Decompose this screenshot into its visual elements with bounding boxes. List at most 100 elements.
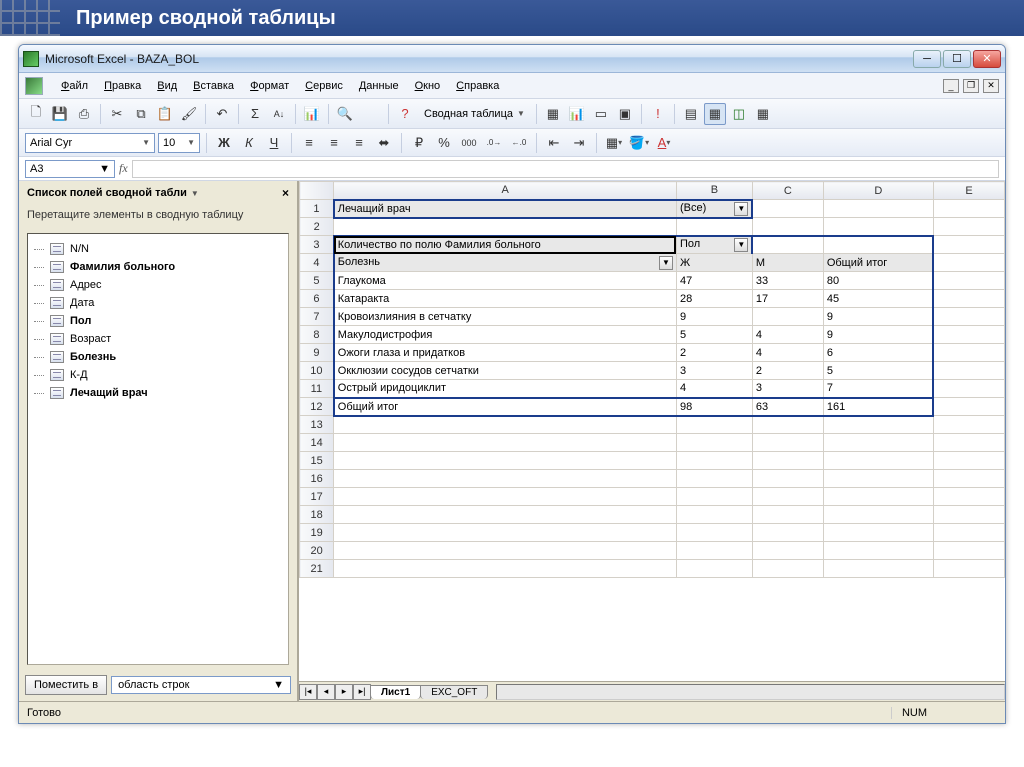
row-field[interactable]: Болезнь▼ bbox=[334, 254, 677, 272]
cell[interactable]: 3 bbox=[676, 362, 752, 380]
mdi-restore[interactable]: ❐ bbox=[963, 79, 979, 93]
row-header[interactable]: 20 bbox=[300, 542, 334, 560]
row-header[interactable]: 11 bbox=[300, 380, 334, 398]
cell[interactable]: 80 bbox=[823, 272, 933, 290]
row-header[interactable]: 21 bbox=[300, 560, 334, 578]
minimize-button[interactable]: ─ bbox=[913, 50, 941, 68]
fill-color-icon[interactable]: 🪣▾ bbox=[628, 132, 650, 154]
cell[interactable]: 33 bbox=[752, 272, 823, 290]
underline-icon[interactable]: Ч bbox=[263, 132, 285, 154]
row-header[interactable]: 18 bbox=[300, 506, 334, 524]
options-icon[interactable]: ▦ bbox=[752, 103, 774, 125]
increase-decimal-icon[interactable]: .0→ bbox=[483, 132, 505, 154]
undo-icon[interactable]: ↶ bbox=[211, 103, 233, 125]
row-header[interactable]: 19 bbox=[300, 524, 334, 542]
close-button[interactable]: ✕ bbox=[973, 50, 1001, 68]
format-painter-icon[interactable]: 🖌 bbox=[178, 103, 200, 125]
copy-icon[interactable]: ⧉ bbox=[130, 103, 152, 125]
select-all[interactable] bbox=[300, 182, 334, 200]
currency-icon[interactable]: ₽ bbox=[408, 132, 430, 154]
cell[interactable]: 7 bbox=[823, 380, 933, 398]
sort-asc-icon[interactable]: A↓ bbox=[268, 103, 290, 125]
mdi-close[interactable]: ✕ bbox=[983, 79, 999, 93]
cell[interactable]: 47 bbox=[676, 272, 752, 290]
cell[interactable]: 28 bbox=[676, 290, 752, 308]
cell[interactable]: 2 bbox=[676, 344, 752, 362]
font-color-icon[interactable]: A▾ bbox=[653, 132, 675, 154]
field-list[interactable]: N/NФамилия больногоАдресДатаПолВозрастБо… bbox=[27, 233, 289, 665]
show-detail-icon[interactable]: ▣ bbox=[614, 103, 636, 125]
page-field[interactable]: Лечащий врач bbox=[334, 200, 677, 218]
mdi-minimize[interactable]: _ bbox=[943, 79, 959, 93]
chart-icon[interactable]: 📊 bbox=[301, 103, 323, 125]
comma-icon[interactable]: 000 bbox=[458, 132, 480, 154]
tab-nav-next[interactable]: ▸ bbox=[335, 684, 353, 700]
sheet-tab-active[interactable]: Лист1 bbox=[370, 685, 421, 699]
pivot-wizard-icon[interactable]: ▦ bbox=[542, 103, 564, 125]
cell[interactable]: 6 bbox=[823, 344, 933, 362]
save-icon[interactable]: 💾 bbox=[49, 103, 71, 125]
merge-icon[interactable]: ⬌ bbox=[373, 132, 395, 154]
col-header-A[interactable]: A bbox=[334, 182, 677, 200]
menu-Вставка[interactable]: Вставка bbox=[185, 77, 242, 95]
cell[interactable]: 63 bbox=[752, 398, 823, 416]
cell[interactable]: 9 bbox=[676, 308, 752, 326]
align-left-icon[interactable]: ≡ bbox=[298, 132, 320, 154]
italic-icon[interactable]: К bbox=[238, 132, 260, 154]
increase-indent-icon[interactable]: ⇥ bbox=[568, 132, 590, 154]
field-list-close-icon[interactable]: × bbox=[282, 186, 289, 200]
cell[interactable]: 5 bbox=[676, 326, 752, 344]
col-header-C[interactable]: C bbox=[752, 182, 823, 200]
cut-icon[interactable]: ✂ bbox=[106, 103, 128, 125]
col-header-E[interactable]: E bbox=[933, 182, 1004, 200]
cell[interactable]: 98 bbox=[676, 398, 752, 416]
borders-icon[interactable]: ▦▾ bbox=[603, 132, 625, 154]
tab-nav-prev[interactable]: ◂ bbox=[317, 684, 335, 700]
autosum-icon[interactable]: Σ bbox=[244, 103, 266, 125]
find-icon[interactable]: 🔍 bbox=[334, 103, 356, 125]
col-field[interactable]: Пол▼ bbox=[676, 236, 752, 254]
new-icon[interactable]: 🗋 bbox=[25, 103, 47, 125]
cell[interactable]: 161 bbox=[823, 398, 933, 416]
cell[interactable]: 4 bbox=[752, 344, 823, 362]
row-header[interactable]: 10 bbox=[300, 362, 334, 380]
align-center-icon[interactable]: ≡ bbox=[323, 132, 345, 154]
field-item[interactable]: Возраст bbox=[32, 330, 284, 348]
print-icon[interactable]: ⎙ bbox=[73, 103, 95, 125]
paste-icon[interactable]: 📋 bbox=[154, 103, 176, 125]
decrease-decimal-icon[interactable]: ←.0 bbox=[508, 132, 530, 154]
percent-icon[interactable]: % bbox=[433, 132, 455, 154]
row-header[interactable]: 12 bbox=[300, 398, 334, 416]
row-header[interactable]: 8 bbox=[300, 326, 334, 344]
row-header[interactable]: 2 bbox=[300, 218, 334, 236]
data-field[interactable]: Количество по полю Фамилия больного bbox=[334, 236, 677, 254]
tab-nav-last[interactable]: ▸| bbox=[353, 684, 371, 700]
field-item[interactable]: Болезнь bbox=[32, 348, 284, 366]
font-name-combo[interactable]: Arial Cyr▼ bbox=[25, 133, 155, 153]
cell[interactable]: 9 bbox=[823, 308, 933, 326]
row-header[interactable]: 13 bbox=[300, 416, 334, 434]
menu-Формат[interactable]: Формат bbox=[242, 77, 297, 95]
row-header[interactable]: 16 bbox=[300, 470, 334, 488]
tab-nav-first[interactable]: |◂ bbox=[299, 684, 317, 700]
show-pages-icon[interactable]: ◫ bbox=[728, 103, 750, 125]
menu-Справка[interactable]: Справка bbox=[448, 77, 507, 95]
maximize-button[interactable]: ☐ bbox=[943, 50, 971, 68]
name-box[interactable]: A3▼ bbox=[25, 160, 115, 178]
field-item[interactable]: Дата bbox=[32, 294, 284, 312]
cell[interactable]: 5 bbox=[823, 362, 933, 380]
font-size-combo[interactable]: 10▼ bbox=[158, 133, 200, 153]
page-value[interactable]: (Все)▼ bbox=[676, 200, 752, 218]
pivot-table-menu[interactable]: Сводная таблица▼ bbox=[418, 106, 531, 122]
align-right-icon[interactable]: ≡ bbox=[348, 132, 370, 154]
cell[interactable]: 45 bbox=[823, 290, 933, 308]
menu-Сервис[interactable]: Сервис bbox=[297, 77, 351, 95]
fx-icon[interactable]: fx bbox=[119, 161, 128, 176]
window-titlebar[interactable]: Microsoft Excel - BAZA_BOL ─ ☐ ✕ bbox=[19, 45, 1005, 73]
sheet-tab-other[interactable]: EXC_OFT bbox=[420, 685, 488, 699]
col-header-B[interactable]: B bbox=[676, 182, 752, 200]
menu-Файл[interactable]: Файл bbox=[53, 77, 96, 95]
add-to-button[interactable]: Поместить в bbox=[25, 675, 107, 695]
row-header[interactable]: 1 bbox=[300, 200, 334, 218]
app-menu-icon[interactable] bbox=[25, 77, 43, 95]
